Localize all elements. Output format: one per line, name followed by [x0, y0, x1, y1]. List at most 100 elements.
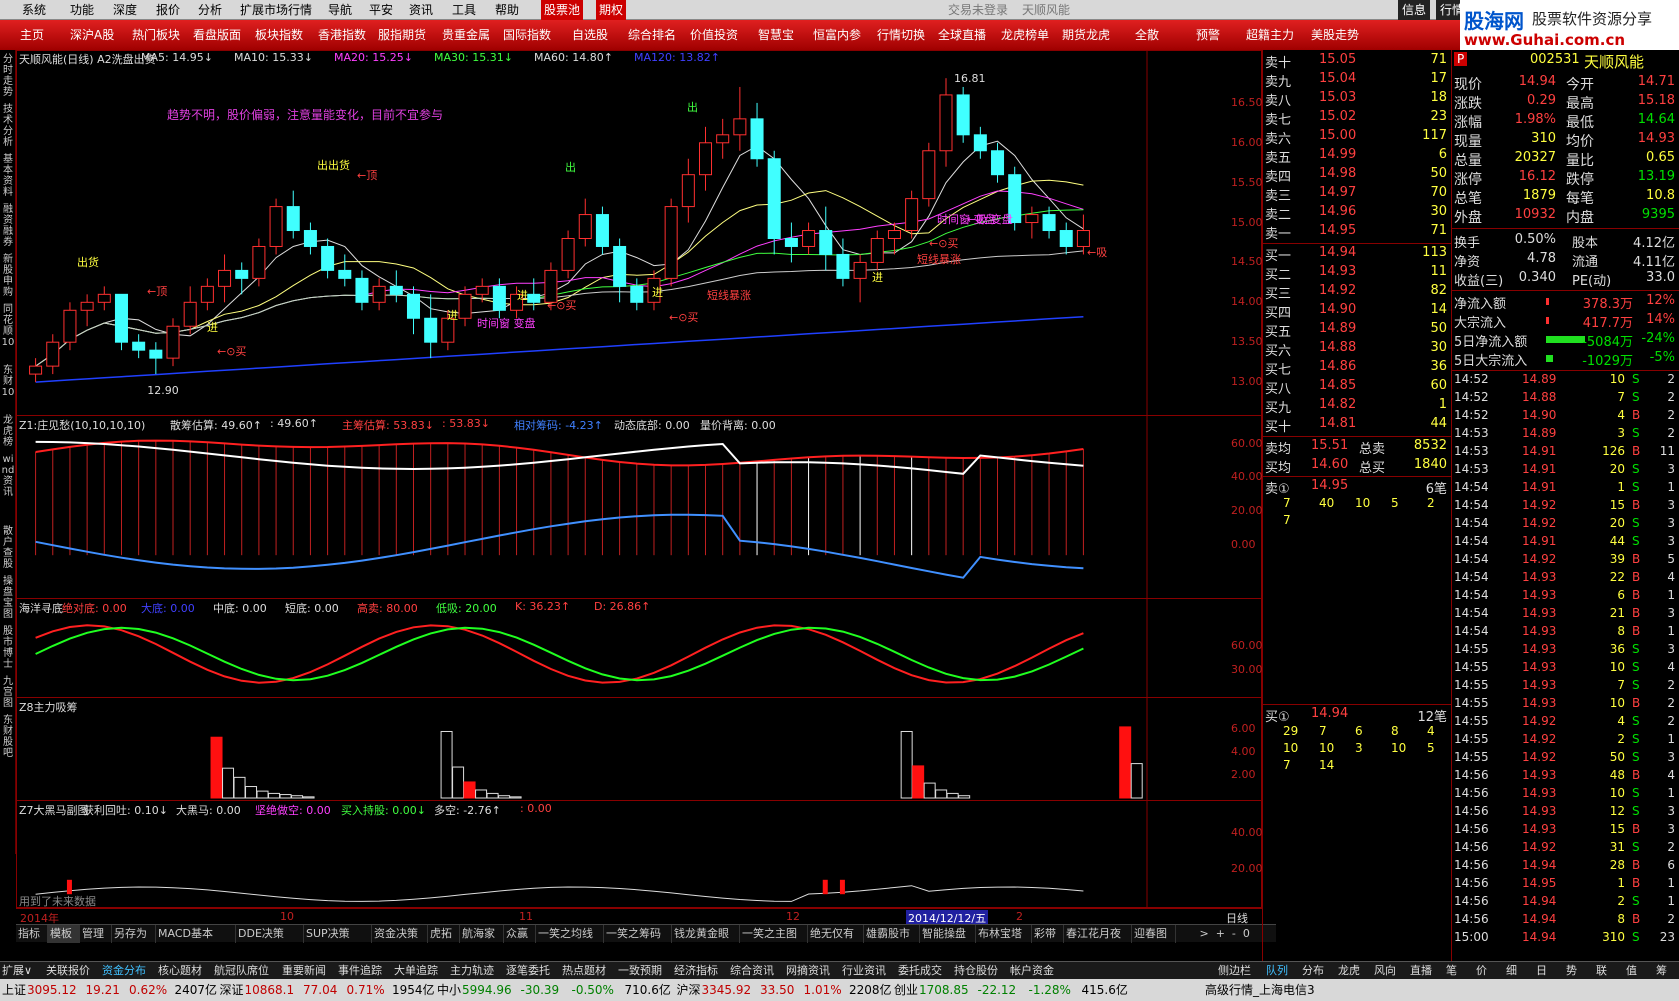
right-panel-tab[interactable]: 值 [1626, 962, 1637, 980]
info-tab[interactable]: 资金分布 [102, 962, 146, 980]
toolbar-item[interactable]: 综合排名 [628, 20, 676, 50]
indicator-tab[interactable]: MACD基本 [156, 925, 236, 943]
indicator-tab[interactable]: 指标 [16, 925, 48, 943]
info-tab[interactable]: 综合资讯 [730, 962, 774, 980]
indicator-tab[interactable]: 管理 [80, 925, 112, 943]
left-tab[interactable]: 东财股吧 [1, 715, 15, 763]
toolbar-item[interactable]: 自选股 [572, 20, 608, 50]
info-tab[interactable]: 重要新闻 [282, 962, 326, 980]
menu-item[interactable]: 报价 [156, 0, 180, 20]
toolbar-item[interactable]: 服指期货 [378, 20, 426, 50]
indicator-tab[interactable]: 绝无仅有 [808, 925, 864, 943]
menu-right-button[interactable]: 信息 [1398, 0, 1431, 20]
menu-item[interactable]: 股票池 [541, 0, 584, 20]
toolbar-item[interactable]: 看盘版面 [193, 20, 241, 50]
toolbar-item[interactable]: 全球直播 [938, 20, 986, 50]
left-tab[interactable]: 东财10 [1, 365, 15, 413]
toolbar-item[interactable]: 板块指数 [255, 20, 303, 50]
toolbar-item[interactable]: 行情切换 [877, 20, 925, 50]
left-tab[interactable]: 基本资料 [1, 154, 15, 202]
indicator-4-chart[interactable] [17, 801, 1263, 909]
toolbar-item[interactable]: 主页 [20, 20, 44, 50]
left-tab[interactable]: 操盘宝图 [1, 576, 15, 624]
info-tab[interactable]: 一致预期 [618, 962, 662, 980]
indicator-tab[interactable]: DDE决策 [236, 925, 304, 943]
menu-item[interactable]: 分析 [198, 0, 222, 20]
toolbar-item[interactable]: 贵重金属 [442, 20, 490, 50]
toolbar-item[interactable]: 智慧宝 [758, 20, 794, 50]
indicator-1-chart[interactable] [17, 416, 1263, 600]
menu-item[interactable]: 帮助 [495, 0, 519, 20]
menu-item[interactable]: 导航 [328, 0, 352, 20]
toolbar-item[interactable]: 国际指数 [503, 20, 551, 50]
indicator-tab[interactable]: 彩带 [1032, 925, 1064, 943]
indicator-tab[interactable]: 资金决策 [372, 925, 428, 943]
left-tab[interactable]: 龙虎榜 [1, 415, 15, 452]
indicator-tab[interactable]: 另存为 [112, 925, 156, 943]
left-tab[interactable]: 九宫图 [1, 676, 15, 713]
left-tab[interactable]: 同花顺10 [1, 304, 15, 363]
right-panel-tab[interactable]: 价 [1476, 962, 1487, 980]
indicator-tab[interactable]: 雄霸股市 [864, 925, 920, 943]
indicator-tab[interactable]: 智能操盘 [920, 925, 976, 943]
right-panel-tab[interactable]: 风向 [1374, 962, 1396, 980]
info-tab[interactable]: 大单追踪 [394, 962, 438, 980]
info-tab[interactable]: 网摘资讯 [786, 962, 830, 980]
indicator-tab[interactable]: 众赢 [504, 925, 536, 943]
right-panel-tab[interactable]: 龙虎 [1338, 962, 1360, 980]
menu-item[interactable]: 资讯 [409, 0, 433, 20]
toolbar-item[interactable]: 期货龙虎 [1062, 20, 1110, 50]
info-tab[interactable]: 经济指标 [674, 962, 718, 980]
menu-item[interactable]: 工具 [452, 0, 476, 20]
right-panel-tab[interactable]: 分布 [1302, 962, 1324, 980]
left-tab[interactable]: 散户查股 [1, 526, 15, 574]
left-tab[interactable]: 股市博士 [1, 626, 15, 674]
left-tab[interactable]: wind资讯 [1, 454, 15, 524]
indicator-tab[interactable]: 钱龙黄金眼 [672, 925, 740, 943]
info-tab[interactable]: 热点题材 [562, 962, 606, 980]
info-tab[interactable]: 持仓股份 [954, 962, 998, 980]
tick-list[interactable]: 14:52 14.89 10 S 2 14:52 14.88 7 S 2 14:52 14.90 4 B 2… [1452, 370, 1679, 961]
right-panel-tab[interactable]: 联 [1596, 962, 1607, 980]
toolbar-item[interactable]: 价值投资 [690, 20, 738, 50]
toolbar-item[interactable]: 香港指数 [318, 20, 366, 50]
toolbar-item[interactable]: 超籍主力 [1246, 20, 1294, 50]
menu-item[interactable]: 期权 [596, 0, 627, 20]
right-panel-tab[interactable]: 队列 [1266, 962, 1288, 980]
right-panel-tab[interactable]: 日 [1536, 962, 1547, 980]
info-tab[interactable]: 关联报价 [46, 962, 90, 980]
indicator-3-chart[interactable] [17, 698, 1263, 802]
info-tab[interactable]: 事件追踪 [338, 962, 382, 980]
indicator-2-chart[interactable] [17, 599, 1263, 699]
left-tab[interactable]: 技术分析 [1, 104, 15, 152]
menu-item[interactable]: 功能 [70, 0, 94, 20]
menu-item[interactable]: 平安 [369, 0, 393, 20]
info-tab[interactable]: 航冠队席位 [214, 962, 269, 980]
indicator-tab[interactable]: 虎拓 [428, 925, 460, 943]
toolbar-item[interactable]: 美股走势 [1311, 20, 1359, 50]
indicator-tab[interactable]: SUP决策 [304, 925, 372, 943]
menu-item[interactable]: 扩展市场行情 [240, 0, 312, 20]
indicator-tab[interactable]: 春江花月夜 [1064, 925, 1132, 943]
toolbar-item[interactable]: 预警 [1196, 20, 1220, 50]
info-tab[interactable]: 主力轨迹 [450, 962, 494, 980]
toolbar-item[interactable]: 恒富内参 [813, 20, 861, 50]
left-tab[interactable]: 融资融券 [1, 204, 15, 252]
info-tab[interactable]: 行业资讯 [842, 962, 886, 980]
indicator-tab[interactable]: 模板 [48, 925, 80, 943]
right-panel-tab[interactable]: 笔 [1446, 962, 1457, 980]
left-tab[interactable]: 新股申购 [1, 254, 15, 302]
right-panel-tab[interactable]: 筹 [1656, 962, 1667, 980]
candlestick-chart[interactable]: 16.8112.90出货←顶出出货←顶出出←⊙买进进进←⊙买←⊙买进 短线暴涨时间… [17, 51, 1263, 417]
indicator-tab[interactable]: 一笑之主图 [740, 925, 808, 943]
info-tab[interactable]: 扩展∨ [2, 962, 32, 980]
toolbar-item[interactable]: 全散 [1135, 20, 1159, 50]
right-panel-tab[interactable]: 直播 [1410, 962, 1432, 980]
menu-item[interactable]: 系统 [22, 0, 46, 20]
right-panel-tab[interactable]: 细 [1506, 962, 1517, 980]
tab-scroll-controls[interactable]: > + - 0 [1196, 924, 1262, 942]
menu-item[interactable]: 深度 [113, 0, 137, 20]
sidebar-toggle[interactable]: 侧边栏 [1218, 962, 1251, 980]
info-tab[interactable]: 帐户资金 [1010, 962, 1054, 980]
info-tab[interactable]: 逐笔委托 [506, 962, 550, 980]
